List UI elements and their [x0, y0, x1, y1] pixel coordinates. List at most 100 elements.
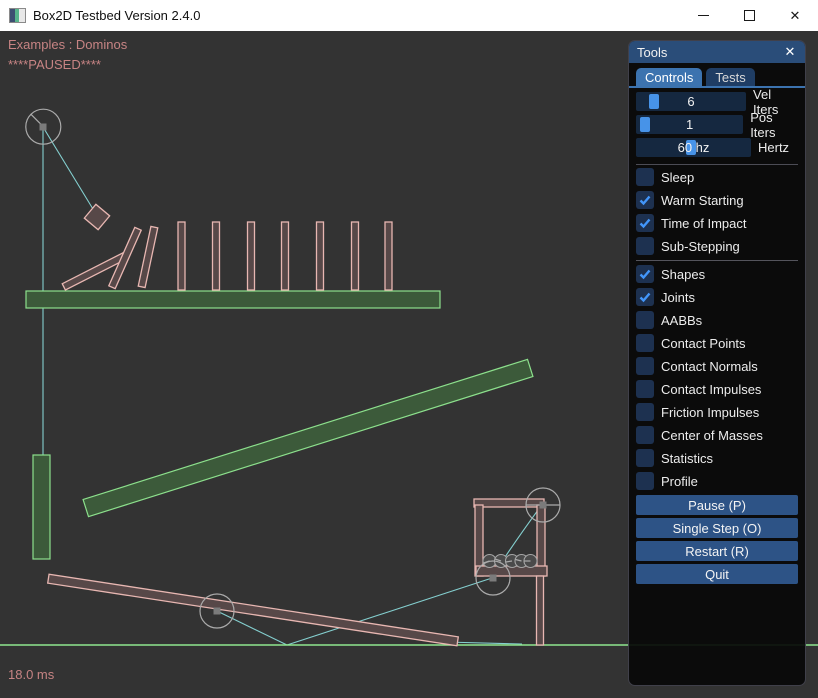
checkmark-icon: [639, 217, 651, 229]
domino[interactable]: [178, 222, 185, 290]
checkbox-row: Sub-Stepping: [636, 237, 798, 255]
checkbox[interactable]: [636, 403, 654, 421]
checkbox[interactable]: [636, 426, 654, 444]
checkbox-row: Joints: [636, 288, 798, 306]
checkbox[interactable]: [636, 311, 654, 329]
checkbox[interactable]: [636, 191, 654, 209]
checkbox[interactable]: [636, 288, 654, 306]
checkbox-label: Sleep: [661, 170, 694, 185]
checkbox-group: Sleep Warm Starting Time of Impact: [636, 168, 798, 490]
tools-panel: Tools ✕ ControlsTests 6 Vel Iters 1: [628, 40, 806, 686]
frame-time-label: 18.0 ms: [8, 667, 54, 682]
domino-fallen[interactable]: [138, 226, 158, 287]
checkbox-label: Friction Impulses: [661, 405, 759, 420]
close-button[interactable]: ✕: [772, 0, 818, 31]
checkbox-label: Profile: [661, 474, 698, 489]
button-group: Pause (P) Single Step (O) Restart (R) Quit: [636, 495, 798, 584]
slider-row: 1 Pos Iters: [636, 115, 798, 134]
slider-track[interactable]: 1: [636, 115, 743, 134]
checkbox[interactable]: [636, 237, 654, 255]
panel-button[interactable]: Quit: [636, 564, 798, 584]
checkbox-row: Profile: [636, 472, 798, 490]
slider-value: 6: [636, 92, 746, 111]
checkbox-label: Warm Starting: [661, 193, 744, 208]
checkbox[interactable]: [636, 357, 654, 375]
checkbox-label: Center of Masses: [661, 428, 763, 443]
panel-close-icon[interactable]: ✕: [781, 44, 799, 60]
support-post[interactable]: [537, 576, 544, 645]
checkbox-label: Shapes: [661, 267, 705, 282]
anchor-point: [490, 575, 497, 582]
domino[interactable]: [385, 222, 392, 290]
checkbox-row: Statistics: [636, 449, 798, 467]
domino[interactable]: [352, 222, 359, 290]
app-window: Box2D Testbed Version 2.4.0 ✕: [0, 0, 818, 698]
checkbox-row: Friction Impulses: [636, 403, 798, 421]
checkbox[interactable]: [636, 334, 654, 352]
tab[interactable]: Tests: [706, 68, 754, 86]
dominoes-upright[interactable]: [178, 222, 392, 290]
anchor-point: [40, 124, 47, 131]
tools-panel-titlebar[interactable]: Tools ✕: [629, 41, 805, 63]
seesaw-plank[interactable]: [48, 574, 459, 646]
minimize-button[interactable]: [680, 0, 726, 31]
checkbox-row: Center of Masses: [636, 426, 798, 444]
ramp-static: [83, 359, 533, 516]
pendulum-bob[interactable]: [84, 204, 109, 229]
anchor-point: [540, 502, 547, 509]
checkbox-row: AABBs: [636, 311, 798, 329]
joint-anchors: [40, 124, 547, 615]
separator: [636, 164, 798, 165]
checkbox-row: Contact Normals: [636, 357, 798, 375]
panel-button[interactable]: Single Step (O): [636, 518, 798, 538]
maximize-button[interactable]: [726, 0, 772, 31]
slider-track[interactable]: 60 hz: [636, 138, 751, 157]
checkmark-icon: [639, 291, 651, 303]
paused-label: ****PAUSED****: [8, 57, 101, 72]
checkbox-label: Contact Impulses: [661, 382, 761, 397]
checkmark-icon: [639, 268, 651, 280]
pillar-static: [33, 455, 50, 559]
slider-label: Hertz: [758, 140, 789, 155]
anchor-point: [214, 608, 221, 615]
checkbox[interactable]: [636, 449, 654, 467]
window-controls: ✕: [680, 0, 818, 31]
slider-row: 60 hz Hertz: [636, 138, 798, 157]
slider-value: 1: [636, 115, 743, 134]
tools-panel-title: Tools: [637, 45, 667, 60]
checkbox-label: Sub-Stepping: [661, 239, 740, 254]
lid-plank[interactable]: [474, 499, 544, 507]
minimize-icon: [698, 15, 709, 16]
tab[interactable]: Controls: [636, 68, 702, 86]
checkbox[interactable]: [636, 380, 654, 398]
joint-line: [43, 127, 96, 214]
checkbox[interactable]: [636, 214, 654, 232]
checkbox-label: Time of Impact: [661, 216, 746, 231]
app-icon: [9, 8, 26, 23]
tab-bar: ControlsTests: [636, 68, 805, 86]
window-titlebar: Box2D Testbed Version 2.4.0 ✕: [0, 0, 818, 32]
checkbox-label: Joints: [661, 290, 695, 305]
domino[interactable]: [282, 222, 289, 290]
slider-value: 60 hz: [636, 138, 751, 157]
checkbox-label: AABBs: [661, 313, 702, 328]
slider-track[interactable]: 6: [636, 92, 746, 111]
checkbox-label: Contact Points: [661, 336, 746, 351]
domino[interactable]: [317, 222, 324, 290]
slider-group: 6 Vel Iters 1 Pos Iters 60 hz Hertz: [636, 92, 798, 165]
checkbox[interactable]: [636, 472, 654, 490]
domino[interactable]: [213, 222, 220, 290]
container-wall-right[interactable]: [537, 505, 545, 576]
checkbox[interactable]: [636, 265, 654, 283]
slider-row: 6 Vel Iters: [636, 92, 798, 111]
checkbox-row: Contact Points: [636, 334, 798, 352]
shelf-static: [26, 291, 440, 308]
checkbox-row: Warm Starting: [636, 191, 798, 209]
maximize-icon: [744, 10, 755, 21]
checkbox[interactable]: [636, 168, 654, 186]
slider-label: Pos Iters: [750, 110, 798, 140]
checkbox-row: Sleep: [636, 168, 798, 186]
domino[interactable]: [248, 222, 255, 290]
panel-button[interactable]: Pause (P): [636, 495, 798, 515]
panel-button[interactable]: Restart (R): [636, 541, 798, 561]
